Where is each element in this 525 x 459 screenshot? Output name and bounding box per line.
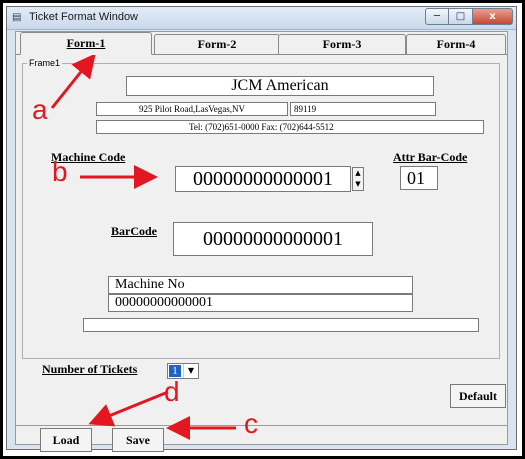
company-name-field[interactable]: JCM American bbox=[126, 76, 434, 96]
barcode-field[interactable]: 00000000000001 bbox=[173, 222, 373, 256]
chevron-down-icon[interactable]: ▼ bbox=[183, 364, 198, 378]
maximize-button[interactable]: □ bbox=[449, 8, 473, 25]
machine-code-input[interactable]: 00000000000001 bbox=[175, 166, 351, 192]
app-icon: ▤ bbox=[12, 12, 22, 23]
tab-label: Form-2 bbox=[197, 37, 237, 51]
spin-up-icon[interactable]: ▲ bbox=[353, 168, 363, 179]
tab-label: Form-3 bbox=[322, 37, 362, 51]
attr-barcode-label: Attr Bar-Code bbox=[393, 150, 468, 164]
save-button[interactable]: Save bbox=[112, 428, 164, 452]
machine-code-spinner[interactable]: ▲ ▼ bbox=[352, 167, 364, 191]
callout-d: d bbox=[164, 376, 180, 407]
tab-form-4[interactable]: Form-4 bbox=[406, 34, 506, 54]
number-of-tickets-label: Number of Tickets bbox=[42, 362, 138, 376]
default-button[interactable]: Default bbox=[450, 384, 506, 408]
close-button[interactable]: x bbox=[473, 8, 513, 25]
tab-form-2[interactable]: Form-2 bbox=[154, 34, 280, 54]
extra-text-field[interactable] bbox=[83, 318, 479, 332]
tab-strip: Form-1 Form-2 Form-3 Form-4 bbox=[16, 32, 507, 55]
ticket-format-window: ▤ Ticket Format Window ─ □ x Form-1 Form… bbox=[6, 6, 517, 452]
window-title: Ticket Format Window bbox=[29, 11, 139, 23]
divider bbox=[16, 425, 507, 426]
machine-no-label-field[interactable]: Machine No bbox=[108, 276, 413, 294]
frame-label: Frame1 bbox=[27, 58, 63, 68]
spin-down-icon[interactable]: ▼ bbox=[353, 179, 363, 190]
window-controls: ─ □ x bbox=[425, 8, 513, 26]
phone-field[interactable]: Tel: (702)651-0000 Fax: (702)644-5512 bbox=[96, 120, 484, 134]
zip-field[interactable]: 89119 bbox=[290, 102, 436, 116]
frame1: Frame1 JCM American 925 Pilot Road,LasVe… bbox=[22, 58, 500, 359]
minimize-button[interactable]: ─ bbox=[425, 8, 449, 25]
attr-barcode-input[interactable]: 01 bbox=[400, 166, 438, 190]
address-field[interactable]: 925 Pilot Road,LasVegas,NV bbox=[96, 102, 288, 116]
tab-label: Form-1 bbox=[66, 36, 106, 50]
load-button[interactable]: Load bbox=[40, 428, 92, 452]
barcode-label: BarCode bbox=[111, 224, 157, 238]
tab-form-1[interactable]: Form-1 bbox=[20, 32, 152, 55]
callout-a: a bbox=[32, 94, 48, 125]
machine-no-value-field[interactable]: 00000000000001 bbox=[108, 294, 413, 312]
form-client-area: Form-1 Form-2 Form-3 Form-4 Frame1 JCM A… bbox=[15, 31, 508, 452]
title-bar[interactable]: ▤ Ticket Format Window ─ □ x bbox=[7, 7, 516, 30]
callout-c: c bbox=[244, 408, 258, 439]
tab-page-form-1: Frame1 JCM American 925 Pilot Road,LasVe… bbox=[16, 54, 507, 362]
callout-b: b bbox=[52, 156, 68, 187]
tab-form-3[interactable]: Form-3 bbox=[278, 34, 406, 54]
tab-label: Form-4 bbox=[436, 37, 476, 51]
